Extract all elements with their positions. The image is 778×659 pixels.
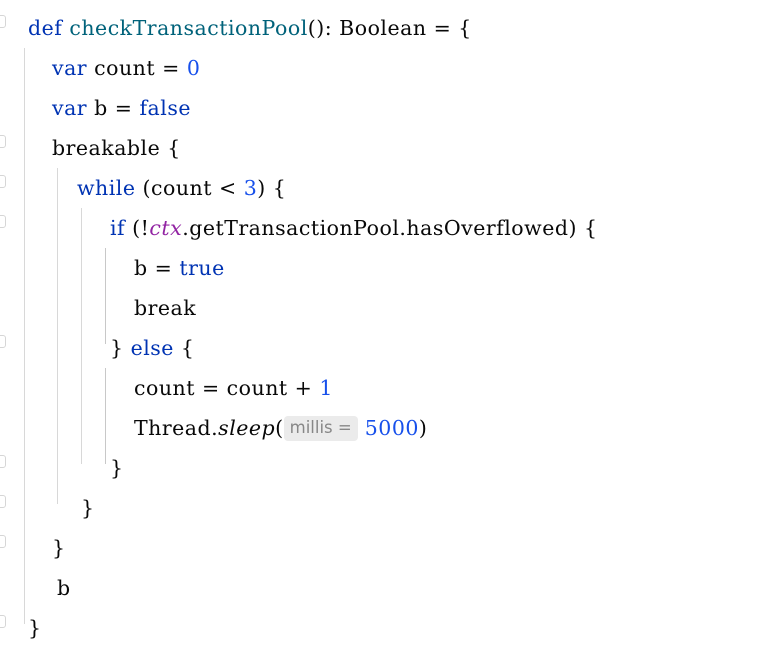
code-token-keyword: def	[28, 16, 63, 40]
code-token-method-it: sleep	[218, 416, 276, 440]
code-line[interactable]: var b = false	[0, 88, 191, 128]
code-token-plain: }	[110, 336, 131, 360]
code-token-keyword: false	[139, 96, 191, 120]
code-line[interactable]: while (count < 3) {	[0, 168, 286, 208]
code-line[interactable]: }	[0, 608, 42, 648]
code-token-plain: (	[275, 416, 284, 440]
code-token-plain: )	[418, 416, 428, 440]
code-token-plain: b =	[87, 96, 140, 120]
code-line[interactable]: }	[0, 448, 124, 488]
inlay-parameter-hint[interactable]: millis =	[283, 416, 358, 441]
code-token-plain: }	[28, 616, 42, 640]
code-token-keyword: else	[130, 336, 174, 360]
code-token-number: 3	[243, 176, 258, 200]
code-line[interactable]: }	[0, 488, 95, 528]
code-line[interactable]: b = true	[0, 248, 225, 288]
code-token-keyword: while	[77, 176, 136, 200]
code-token-plain: (): Boolean = {	[307, 16, 472, 40]
code-token-ctx: ctx	[149, 216, 183, 240]
code-token-func-decl: checkTransactionPool	[69, 16, 308, 40]
code-token-plain: (!	[125, 216, 150, 240]
code-token-plain: (count <	[135, 176, 244, 200]
code-line[interactable]: Thread.sleep(millis = 5000)	[0, 408, 427, 448]
code-token-number: 0	[186, 56, 201, 80]
code-token-keyword: true	[179, 256, 225, 280]
code-line[interactable]: def checkTransactionPool(): Boolean = {	[0, 8, 472, 48]
code-token-plain: b	[57, 576, 71, 600]
code-line[interactable]: var count = 0	[0, 48, 200, 88]
code-token-plain: }	[110, 456, 124, 480]
code-token-plain: break	[134, 296, 197, 320]
code-token-number: 5000	[364, 416, 419, 440]
code-line[interactable]: } else {	[0, 328, 194, 368]
code-token-plain: .getTransactionPool.hasOverflowed) {	[182, 216, 598, 240]
code-token-plain: Thread.	[134, 416, 219, 440]
code-token-plain: count = count +	[134, 376, 320, 400]
code-line[interactable]: break	[0, 288, 196, 328]
code-token-plain: count =	[87, 56, 187, 80]
code-token-keyword: var	[52, 56, 88, 80]
code-token-plain: }	[81, 496, 95, 520]
code-line[interactable]: }	[0, 528, 66, 568]
code-token-plain: ) {	[257, 176, 287, 200]
code-line[interactable]: if (!ctx.getTransactionPool.hasOverflowe…	[0, 208, 598, 248]
code-token-plain: breakable {	[52, 136, 181, 160]
code-token-number: 1	[319, 376, 333, 400]
code-line[interactable]: count = count + 1	[0, 368, 333, 408]
code-token-keyword: var	[52, 96, 88, 120]
code-token-keyword: if	[110, 216, 126, 240]
code-token-plain: }	[52, 536, 66, 560]
code-token-plain: b =	[134, 256, 180, 280]
code-editor[interactable]: def checkTransactionPool(): Boolean = {v…	[0, 0, 778, 659]
code-token-plain: {	[173, 336, 195, 360]
code-line[interactable]: breakable {	[0, 128, 181, 168]
code-line[interactable]: b	[0, 568, 71, 608]
